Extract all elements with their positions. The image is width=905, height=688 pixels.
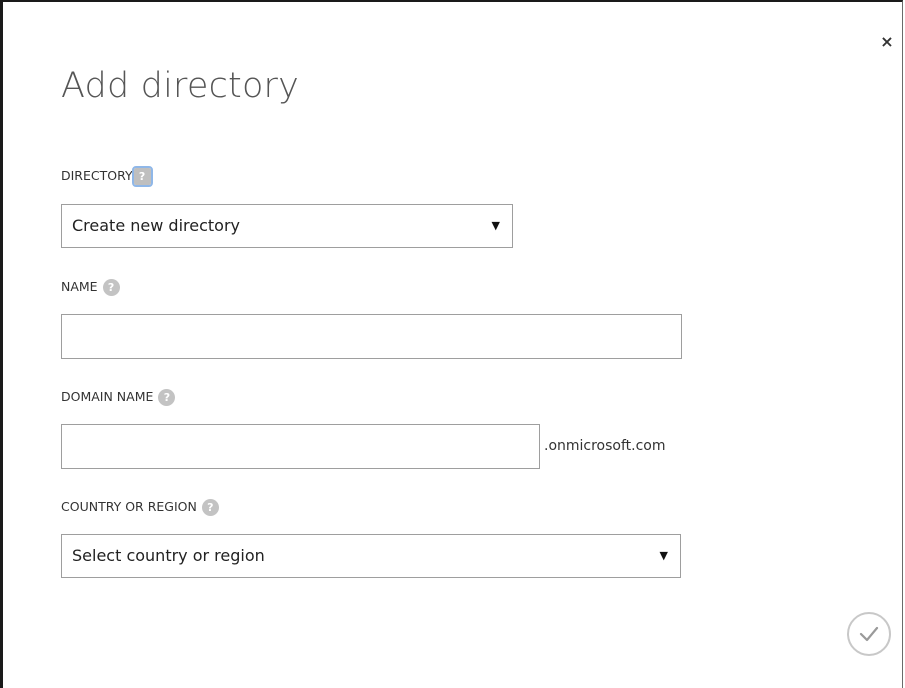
country-label: COUNTRY OR REGION [61, 499, 197, 514]
country-label-row: COUNTRY OR REGION ? [61, 497, 219, 517]
close-icon[interactable]: × [880, 32, 893, 51]
directory-label-row: DIRECTORY ? [61, 165, 153, 187]
close-button[interactable]: × [877, 32, 897, 52]
name-help-icon[interactable]: ? [102, 278, 120, 296]
country-help-icon[interactable]: ? [201, 498, 219, 516]
domain-name-help-icon[interactable]: ? [158, 388, 176, 406]
chevron-down-icon: ▼ [659, 549, 668, 562]
checkmark-icon [859, 626, 879, 642]
domain-name-label-row: DOMAIN NAME ? [61, 387, 176, 407]
directory-help-icon[interactable]: ? [131, 165, 153, 187]
country-select[interactable]: Select country or region ▼ [61, 534, 681, 578]
add-directory-dialog: × Add directory DIRECTORY ? Create new d… [0, 0, 903, 688]
directory-select[interactable]: Create new directory ▼ [61, 204, 513, 248]
domain-name-field[interactable] [61, 424, 540, 469]
name-label-row: NAME ? [61, 277, 120, 297]
directory-label: DIRECTORY [61, 168, 133, 183]
directory-select-value: Create new directory [72, 216, 240, 235]
chevron-down-icon: ▼ [491, 219, 500, 232]
name-field[interactable] [61, 314, 682, 359]
country-select-value: Select country or region [72, 546, 265, 565]
confirm-button[interactable] [847, 612, 891, 656]
name-label: NAME [61, 279, 98, 294]
dialog-title: Add directory [61, 66, 300, 106]
domain-suffix: .onmicrosoft.com [544, 438, 666, 454]
domain-name-label: DOMAIN NAME [61, 389, 154, 404]
